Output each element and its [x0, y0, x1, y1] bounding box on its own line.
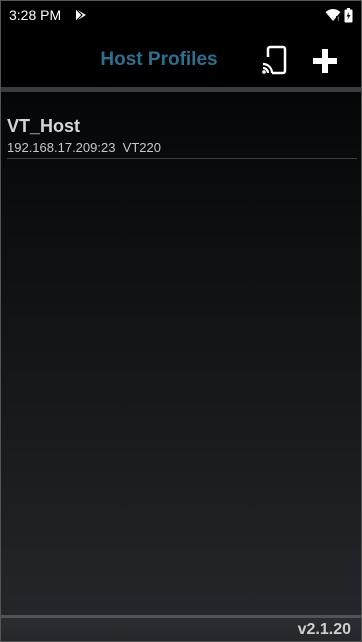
app-header: Host Profiles — [1, 29, 361, 87]
battery-icon — [344, 7, 353, 22]
play-store-icon — [75, 8, 86, 22]
cast-icon — [262, 45, 287, 75]
host-list-item[interactable]: VT_Host 192.168.17.209:23 VT220 — [7, 116, 357, 159]
screen: 3:28 PM ! Host Profiles VT_Host 192.168.… — [0, 0, 362, 642]
footer: v2.1.20 — [1, 618, 361, 641]
status-bar: 3:28 PM ! — [1, 1, 361, 29]
add-host-button[interactable] — [311, 47, 339, 75]
host-address: 192.168.17.209:23 — [7, 140, 116, 155]
svg-text:!: ! — [337, 16, 339, 22]
wifi-icon: ! — [325, 9, 341, 22]
status-time: 3:28 PM — [9, 7, 62, 23]
host-emulation: VT220 — [122, 140, 161, 155]
version-label: v2.1.20 — [297, 621, 351, 638]
status-icons: ! — [325, 7, 353, 23]
host-detail: 192.168.17.209:23 VT220 — [7, 140, 161, 155]
add-icon — [313, 49, 337, 73]
cast-button[interactable] — [259, 45, 289, 77]
host-list: VT_Host 192.168.17.209:23 VT220 — [1, 92, 361, 615]
host-name: VT_Host — [7, 116, 81, 136]
